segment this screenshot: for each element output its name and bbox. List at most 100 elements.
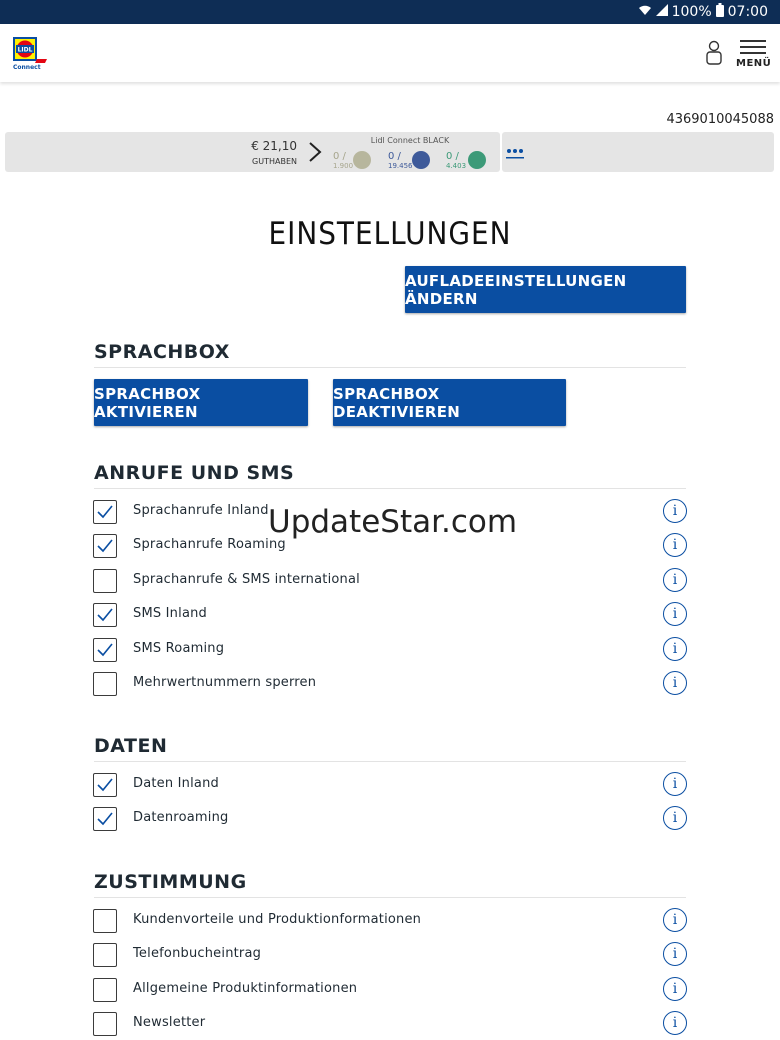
setting-label: Sprachanrufe & SMS international [133, 571, 360, 587]
setting-label: Sprachanrufe Inland [133, 503, 269, 518]
usage-meter-sms: 0 / 19.456 [388, 146, 438, 170]
info-icon[interactable]: i [663, 908, 687, 932]
setting-row[interactable]: Newsletter i [93, 1010, 687, 1038]
app-header: LIDL Connect MENÜ [0, 24, 780, 82]
info-icon[interactable]: i [663, 976, 687, 1001]
tariff-overview[interactable]: € 21,10 GUTHABEN Lidl Connect BLACK 0 / … [5, 132, 500, 172]
info-icon[interactable]: i [663, 942, 687, 967]
page-title: EINSTELLUNGEN [268, 216, 512, 252]
usage-meter-data: 0 / 4.403 [446, 146, 496, 170]
signal-icon [655, 4, 668, 20]
checkbox[interactable] [93, 603, 117, 628]
clock: 07:00 [727, 4, 768, 20]
info-icon[interactable]: i [663, 567, 687, 592]
meter-used: 0 / [333, 151, 346, 162]
divider [94, 488, 686, 489]
setting-label: Daten Inland [133, 776, 219, 791]
setting-row[interactable]: Daten Inland i [93, 772, 687, 799]
meter-total: 1.900 [333, 162, 354, 170]
status-bar: 100% 07:00 [0, 0, 780, 24]
svg-text:LIDL: LIDL [18, 47, 33, 54]
checkbox[interactable] [93, 672, 117, 696]
checkmark-icon [97, 778, 113, 792]
setting-row[interactable]: Telefonbucheintrag i [93, 942, 687, 969]
meter-total: 19.456 [388, 162, 413, 170]
meter-total: 4.403 [446, 162, 467, 170]
activate-voicebox-button[interactable]: SPRACHBOX AKTIVIEREN [94, 379, 308, 426]
checkbox[interactable] [93, 977, 117, 1002]
setting-row[interactable]: Allgemeine Produktinformationen i [93, 976, 687, 1004]
info-icon[interactable]: i [663, 671, 687, 695]
checkbox[interactable] [93, 909, 117, 933]
info-icon[interactable]: i [663, 1010, 687, 1035]
section-heading-calls-sms: ANRUFE UND SMS [94, 462, 295, 484]
checkbox[interactable] [93, 637, 117, 662]
setting-label: Telefonbucheintrag [133, 946, 262, 962]
info-icon[interactable]: i [663, 602, 687, 627]
setting-row[interactable]: Datenroaming i [93, 806, 687, 833]
setting-row[interactable]: Mehrwertnummern sperren i [93, 671, 687, 698]
info-icon[interactable]: i [663, 499, 687, 523]
battery-level: 100% [671, 4, 712, 20]
meter-circle-icon [412, 151, 430, 169]
checkmark-icon [97, 608, 113, 622]
checkbox[interactable] [93, 1011, 117, 1036]
checkbox[interactable] [93, 943, 117, 968]
meter-used: 0 / [388, 151, 401, 162]
setting-label: Kundenvorteile und Produktionformationen [133, 912, 422, 927]
menu-button[interactable]: MENÜ [736, 40, 772, 70]
setting-row[interactable]: SMS Roaming i [93, 636, 687, 664]
lidl-connect-logo[interactable]: LIDL Connect [13, 37, 49, 71]
divider [94, 897, 686, 898]
setting-label: SMS Inland [133, 606, 207, 622]
checkmark-icon [97, 505, 113, 519]
section-heading-data: DATEN [94, 735, 168, 757]
setting-row[interactable]: Kundenvorteile und Produktionformationen… [93, 908, 687, 935]
setting-label: Mehrwertnummern sperren [133, 675, 317, 690]
checkmark-icon [97, 643, 113, 656]
setting-label: Sprachanrufe Roaming [133, 537, 286, 553]
setting-row[interactable]: Sprachanrufe & SMS international i [93, 567, 687, 595]
info-icon[interactable]: i [663, 806, 687, 830]
user-account-icon[interactable] [704, 40, 724, 68]
wifi-icon [638, 4, 652, 20]
meter-circle-icon [468, 151, 486, 169]
hamburger-bar [740, 52, 766, 54]
checkbox[interactable] [93, 534, 117, 559]
section-heading-consent: ZUSTIMMUNG [94, 871, 247, 893]
battery-icon [715, 3, 724, 21]
setting-label: Newsletter [133, 1014, 206, 1030]
more-dots-icon[interactable] [506, 145, 524, 161]
checkmark-icon [97, 812, 113, 826]
setting-label: Datenroaming [133, 810, 229, 825]
meter-circle-icon [353, 151, 371, 169]
divider [94, 761, 686, 762]
checkmark-icon [97, 539, 113, 553]
info-icon[interactable]: i [663, 533, 687, 558]
checkbox[interactable] [93, 500, 117, 524]
divider [94, 367, 686, 368]
checkbox[interactable] [93, 773, 117, 797]
change-topup-settings-button[interactable]: AUFLADEEINSTELLUNGEN ÄNDERN [405, 266, 686, 313]
usage-meter-minutes: 0 / 1.900 [333, 146, 383, 170]
menu-label: MENÜ [736, 58, 772, 69]
setting-row[interactable]: SMS Inland i [93, 602, 687, 629]
credit-label: GUTHABEN [252, 157, 297, 166]
more-options[interactable] [502, 132, 774, 172]
chevron-right-icon[interactable] [307, 140, 323, 164]
checkbox[interactable] [93, 568, 117, 593]
info-icon[interactable]: i [663, 636, 687, 661]
checkbox[interactable] [93, 807, 117, 831]
watermark: UpdateStar.com [268, 504, 518, 540]
tariff-name: Lidl Connect BLACK [370, 136, 450, 145]
section-heading-sprachbox: SPRACHBOX [94, 341, 230, 363]
setting-label: Allgemeine Produktinformationen [133, 980, 358, 996]
meter-used: 0 / [446, 151, 459, 162]
deactivate-voicebox-button[interactable]: SPRACHBOX DEAKTIVIEREN [333, 379, 566, 426]
info-icon[interactable]: i [663, 772, 687, 796]
setting-label: SMS Roaming [133, 640, 225, 656]
credit-amount: € 21,10 [251, 139, 297, 153]
hamburger-icon [740, 40, 766, 42]
phone-number: 4369010045088 [666, 112, 774, 127]
hamburger-bar [740, 46, 766, 48]
